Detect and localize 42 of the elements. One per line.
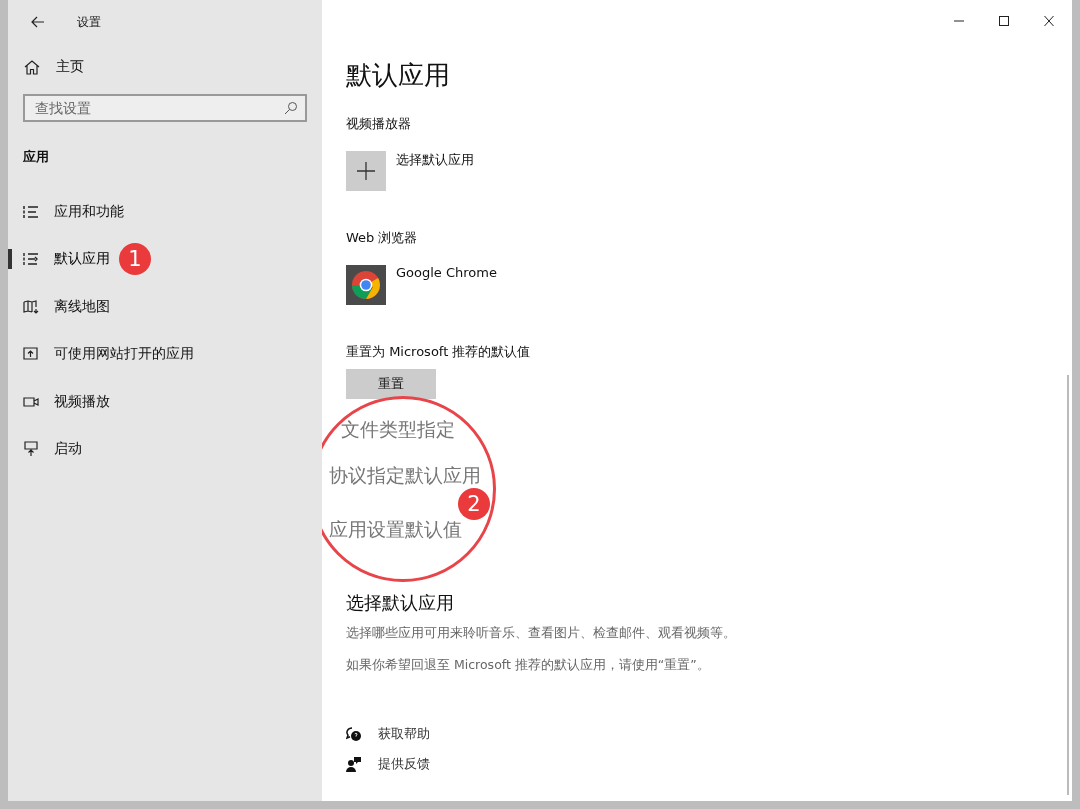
map-icon: [23, 298, 39, 315]
nav-item[interactable]: 视频播放: [54, 392, 110, 411]
description-text: 选择哪些应用可用来聆听音乐、查看图片、检查邮件、观看视频等。: [346, 624, 737, 642]
window-title: 设置: [77, 13, 101, 31]
group-heading: 视频播放器: [346, 115, 412, 133]
home-link[interactable]: 主页: [56, 58, 84, 76]
plus-icon: [357, 162, 375, 180]
window-arrow-icon: [23, 346, 39, 363]
nav-item[interactable]: 默认应用: [54, 250, 110, 269]
reset-button[interactable]: 重置: [346, 369, 436, 399]
help-link[interactable]: 提供反馈: [378, 755, 430, 773]
app-name[interactable]: 选择默认应用: [396, 151, 474, 169]
help-link[interactable]: 获取帮助: [378, 725, 430, 743]
magnified-text: 协议指定默认应用: [329, 463, 481, 488]
list-icon: [23, 203, 39, 220]
magnified-text: 应用设置默认值: [329, 517, 462, 542]
section-heading: 应用: [23, 148, 50, 166]
add-app-tile[interactable]: [346, 151, 386, 191]
app-name[interactable]: Google Chrome: [396, 265, 497, 280]
scrollbar[interactable]: [1067, 375, 1069, 795]
home-icon: [24, 59, 40, 75]
help-chat-icon: [346, 726, 362, 742]
maximize-icon[interactable]: [998, 16, 1010, 26]
search-icon: [284, 101, 298, 115]
startup-icon: [23, 441, 39, 458]
step-badge: 1: [119, 243, 151, 276]
nav-item[interactable]: 启动: [54, 440, 82, 459]
group-heading: Web 浏览器: [346, 229, 419, 247]
magnified-text: 文件类型指定: [341, 417, 455, 442]
search-field[interactable]: 查找设置: [23, 94, 307, 122]
section-title: 选择默认应用: [346, 591, 455, 615]
person-feedback-icon: [346, 756, 362, 772]
nav-item[interactable]: 应用和功能: [54, 202, 124, 221]
list-arrow-icon: [23, 251, 39, 268]
close-icon[interactable]: [1043, 16, 1055, 26]
nav-item[interactable]: 可使用网站打开的应用: [54, 345, 194, 364]
nav-item[interactable]: 离线地图: [54, 297, 110, 316]
description-text: 如果你希望回退至 Microsoft 推荐的默认应用，请使用“重置”。: [346, 656, 711, 674]
browser-logo-icon[interactable]: [346, 265, 386, 305]
reset-label: 重置为 Microsoft 推荐的默认值: [346, 343, 532, 361]
page-title: 默认应用: [346, 59, 451, 92]
back-icon[interactable]: [31, 16, 45, 28]
